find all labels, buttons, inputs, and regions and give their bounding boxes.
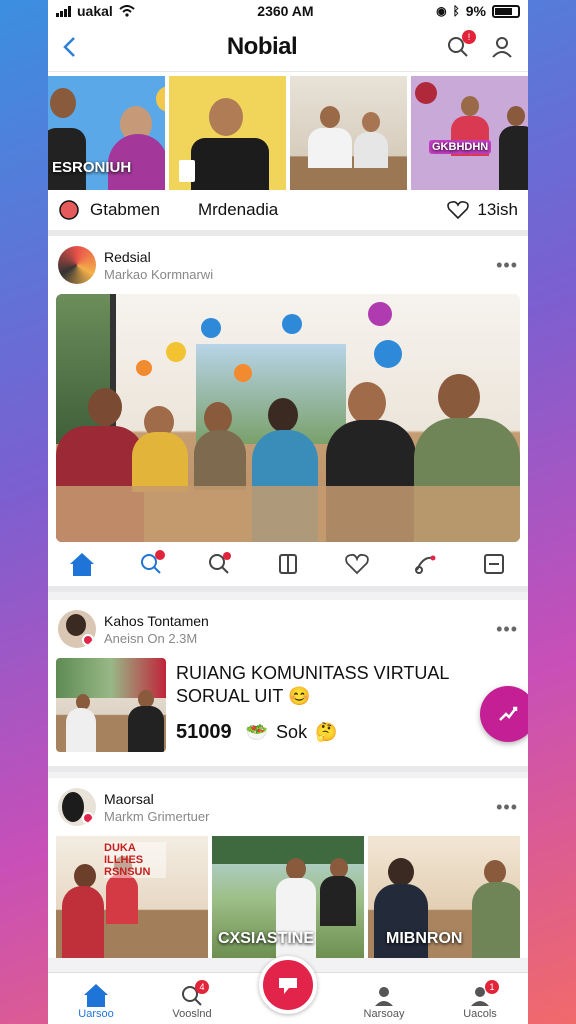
avatar[interactable] (58, 246, 96, 284)
post-card: Maorsal Markm Grimertuer ••• DUKA ILLHES… (48, 778, 528, 958)
user-icon (492, 36, 512, 58)
bluetooth-icon: ᛒ (452, 4, 460, 18)
story-card[interactable] (169, 76, 286, 190)
post-author[interactable]: Kahos Tontamen (104, 613, 209, 629)
grid-image[interactable]: CXSIASTINE (212, 836, 364, 958)
more-options-icon[interactable]: ••• (496, 619, 518, 640)
avatar[interactable] (58, 610, 96, 648)
like-icon (279, 978, 297, 994)
edit-icon (499, 706, 518, 721)
grid-image[interactable]: MIBNRON (368, 836, 520, 958)
tab-profile-one-label: Narsoay (363, 1008, 405, 1020)
tab-mrdenadia[interactable]: Mrdenadia (198, 200, 278, 220)
bottom-tab-bar: Uarsoo 4 Vooslnd Narsoay 1 Uacols (48, 956, 528, 1024)
story-tabs: Gtabmen Mrdenadia 13ish (48, 190, 528, 236)
food-icon: 🥗 (245, 721, 269, 742)
post-author[interactable]: Maorsal (104, 791, 209, 807)
post-actions (48, 542, 528, 592)
profile-button[interactable] (488, 33, 516, 61)
story-caption: ESRONIUH (52, 159, 132, 176)
story-card[interactable]: GKBHDHN (411, 76, 528, 190)
post-headline: RUIANG KOMUNITASS VIRTUAL SORUAL UIT 😊 (176, 663, 449, 707)
share-icon (415, 555, 436, 574)
post-subtitle: Aneisn On 2.3M (104, 630, 198, 646)
signal-icon (56, 5, 71, 17)
tab-profile-two[interactable]: 1 Uacols (445, 980, 515, 1020)
back-arrow-icon[interactable] (60, 35, 80, 59)
battery-icon (492, 4, 520, 18)
likes-count: 13ish (477, 200, 518, 219)
brain-icon (59, 200, 79, 220)
post-subtitle: Markao Kormnarwi (104, 266, 214, 282)
post-header: Redsial Markao Kormnarwi ••• (48, 236, 528, 294)
carrier-label: uakal (77, 3, 113, 19)
battery-percent: 9% (465, 3, 486, 19)
tab-gtabmen[interactable]: Gtabmen (90, 200, 160, 220)
compose-fab[interactable] (480, 686, 528, 742)
status-time: 2360 AM (257, 3, 314, 19)
heart-icon[interactable] (447, 200, 470, 220)
grid-image[interactable]: DUKA ILLHES RSNSUN (56, 836, 208, 958)
home-icon (84, 984, 108, 1007)
bookmark-action[interactable] (274, 550, 302, 578)
tab-search[interactable]: 4 Vooslnd (157, 980, 227, 1020)
stories-strip: ESRONIUH GKBHDHN (48, 72, 528, 190)
story-card[interactable]: ESRONIUH (48, 76, 165, 190)
post-header: Maorsal Markm Grimertuer ••• (48, 778, 528, 836)
profile-badge: 1 (485, 980, 499, 994)
tab-profile-two-label: Uacols (463, 1008, 497, 1020)
tab-create[interactable] (253, 956, 323, 1020)
post-image[interactable] (56, 294, 520, 542)
share-action[interactable] (411, 550, 439, 578)
tab-profile-one[interactable]: Narsoay (349, 984, 419, 1020)
search-button[interactable]: ! (444, 29, 476, 61)
notification-badge: ! (462, 29, 476, 44)
tab-search-label: Vooslnd (172, 1008, 212, 1020)
post-card: Redsial Markao Kormnarwi ••• (48, 236, 528, 592)
home-icon (70, 553, 95, 576)
story-card[interactable] (290, 76, 407, 190)
phone-screen: uakal 2360 AM ◉ ᛒ 9% Nobial ! ESRONIUH G… (48, 0, 528, 1024)
search-badge: 4 (195, 980, 209, 994)
status-bar: uakal 2360 AM ◉ ᛒ 9% (48, 0, 528, 22)
post-subtitle: Markm Grimertuer (104, 808, 210, 824)
tab-home-label: Uarsoo (78, 1008, 114, 1020)
more-options-icon[interactable]: ••• (496, 255, 518, 276)
post-card: Kahos Tontamen Aneisn On 2.3M ••• RUIANG… (48, 600, 528, 772)
grid-caption: MIBNRON (386, 930, 463, 947)
book-icon (278, 554, 297, 574)
minus-box-icon (483, 554, 504, 574)
minimize-action[interactable] (480, 550, 508, 578)
post-stats: 51009 🥗 Sok 🤔 (176, 721, 518, 744)
alarm-icon: ◉ (436, 4, 447, 18)
post-thumbnail[interactable] (56, 658, 166, 752)
avatar[interactable] (58, 788, 96, 826)
search-action[interactable] (137, 550, 165, 578)
app-header: Nobial ! (48, 22, 528, 72)
post-author[interactable]: Redsial (104, 249, 213, 265)
create-button[interactable] (259, 956, 317, 1014)
grid-caption: CXSIASTINE (218, 930, 315, 947)
post-content: RUIANG KOMUNITASS VIRTUAL SORUAL UIT 😊 5… (48, 658, 528, 766)
grid-caption: DUKA ILLHES RSNSUN (104, 842, 166, 879)
tab-home[interactable]: Uarsoo (61, 982, 131, 1020)
emoji-icon: 🤔 (315, 721, 338, 742)
smile-icon: 😊 (288, 686, 311, 707)
user-icon (375, 987, 393, 1006)
post-header: Kahos Tontamen Aneisn On 2.3M ••• (48, 600, 528, 658)
post-image-grid: DUKA ILLHES RSNSUN CXSIASTINE MIBNRON (48, 836, 528, 958)
story-caption: GKBHDHN (429, 140, 492, 154)
explore-action[interactable] (205, 550, 233, 578)
app-title: Nobial (226, 32, 298, 60)
heart-icon (344, 553, 369, 575)
stat-value: 51009 (176, 720, 232, 743)
home-action[interactable] (68, 550, 96, 578)
more-options-icon[interactable]: ••• (496, 797, 518, 818)
like-action[interactable] (343, 550, 371, 578)
stat-sub: Sok (276, 721, 308, 742)
action-badge (154, 550, 165, 560)
wifi-icon (119, 5, 135, 17)
